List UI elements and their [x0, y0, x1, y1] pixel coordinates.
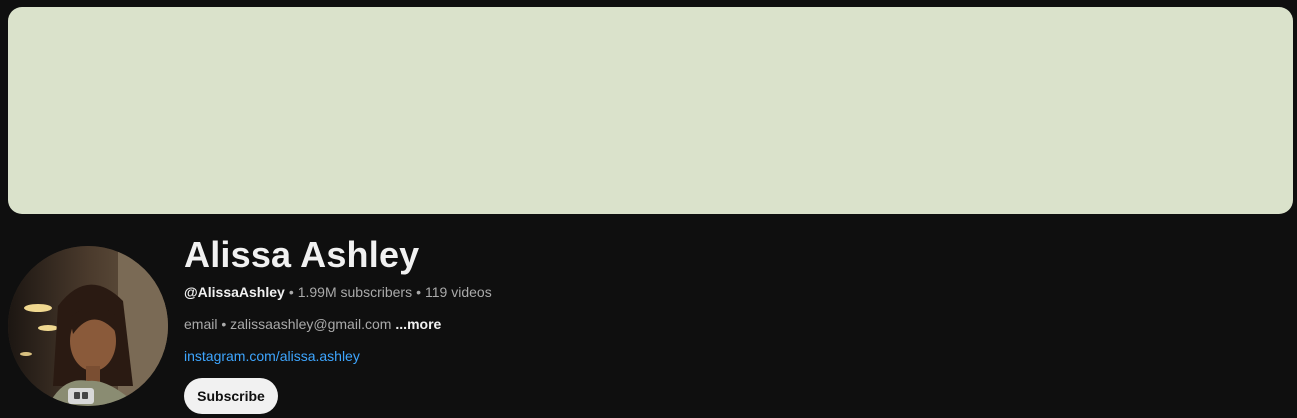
channel-info: Alissa Ashley @AlissaAshley • 1.99M subscr… [184, 232, 1284, 414]
meta-separator: • [416, 284, 422, 300]
more-link[interactable]: ...more [395, 316, 441, 332]
description-text: email • zalissaashley@gmail.com [184, 316, 392, 332]
video-count: 119 videos [425, 284, 492, 300]
channel-banner [8, 7, 1293, 214]
avatar-image [8, 246, 168, 406]
channel-handle[interactable]: @AlissaAshley [184, 284, 285, 300]
meta-separator: • [288, 284, 294, 300]
channel-avatar[interactable] [8, 246, 168, 406]
channel-meta: @AlissaAshley • 1.99M subscribers • 119 vide… [184, 283, 492, 301]
channel-header: Alissa Ashley @AlissaAshley • 1.99M subscr… [0, 0, 1297, 418]
subscriber-count: 1.99M subscribers [297, 284, 413, 300]
channel-name: Alissa Ashley [184, 234, 420, 275]
channel-description[interactable]: email • zalissaashley@gmail.com ...more [184, 315, 441, 333]
channel-link[interactable]: instagram.com/alissa.ashley [184, 347, 360, 365]
subscribe-button[interactable]: Subscribe [184, 378, 278, 414]
